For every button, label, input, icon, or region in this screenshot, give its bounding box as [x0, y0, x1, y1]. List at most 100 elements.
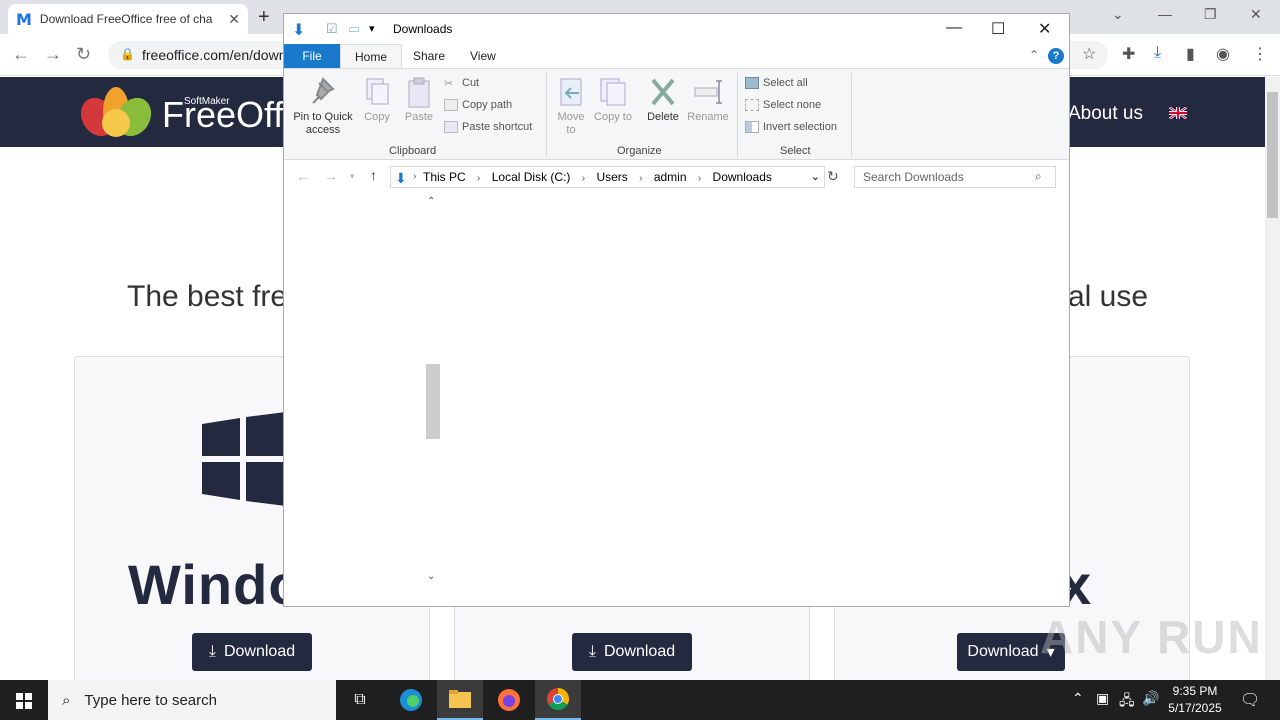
- refresh-icon[interactable]: ↻: [827, 168, 839, 185]
- rename-button[interactable]: Rename: [686, 75, 730, 124]
- select-all-button[interactable]: Select all: [745, 77, 808, 89]
- uk-flag-icon[interactable]: [1169, 107, 1187, 119]
- paste-button[interactable]: Paste: [400, 75, 438, 124]
- invert-selection-button[interactable]: Invert selection: [745, 121, 837, 133]
- explorer-titlebar[interactable]: ⬇ ☑ ▭ ▾ Downloads — ☐ ✕: [284, 14, 1069, 44]
- copy-to-button[interactable]: Copy to: [594, 75, 632, 124]
- minimize-icon[interactable]: —: [946, 19, 962, 37]
- address-bar[interactable]: ⬇ › This PC › Local Disk (C:) › Users › …: [390, 166, 825, 188]
- windows-start-icon[interactable]: [0, 680, 48, 720]
- forward-icon[interactable]: →: [324, 168, 338, 184]
- breadcrumb-chevron-icon[interactable]: ›: [477, 173, 480, 184]
- download-icon: ⤓: [208, 643, 216, 660]
- copy-button[interactable]: Copy: [360, 75, 394, 124]
- navigation-pane-scroll-thumb[interactable]: [426, 364, 440, 439]
- search-input[interactable]: Search Downloads: [854, 166, 1056, 188]
- close-window-icon[interactable]: ✕: [1250, 6, 1262, 23]
- maximize-icon[interactable]: ☐: [991, 19, 1005, 39]
- taskbar-search-box[interactable]: ⌕ Type here to search: [48, 680, 336, 720]
- tab-share[interactable]: Share: [399, 44, 459, 68]
- browser-tab[interactable]: M Download FreeOffice free of cha ✕: [8, 4, 248, 34]
- taskbar-clock[interactable]: 9:35 PM 5/17/2025: [1160, 683, 1230, 717]
- breadcrumb-chevron-icon[interactable]: ›: [639, 173, 642, 184]
- breadcrumb-chevron-icon[interactable]: ›: [698, 173, 701, 184]
- close-icon[interactable]: ✕: [1038, 19, 1051, 39]
- move-to-button[interactable]: Move to: [552, 75, 590, 137]
- show-hidden-icons-icon[interactable]: ⌃: [1072, 690, 1084, 707]
- breadcrumb-chevron-icon[interactable]: ›: [582, 173, 585, 184]
- back-icon[interactable]: ←: [296, 168, 310, 184]
- taskbar-search-placeholder: Type here to search: [84, 691, 217, 709]
- copy-label: Copy: [364, 111, 390, 123]
- chrome-icon[interactable]: [535, 680, 581, 720]
- up-folder-icon[interactable]: ↑: [370, 167, 377, 183]
- paste-shortcut-button[interactable]: Paste shortcut: [444, 121, 532, 133]
- search-icon: ⌕: [62, 691, 71, 709]
- scroll-down-icon[interactable]: ⌄: [427, 571, 435, 582]
- properties-qat-icon[interactable]: ☑: [326, 21, 338, 37]
- breadcrumb-downloads[interactable]: Downloads: [713, 170, 772, 184]
- recent-locations-icon[interactable]: ▾: [350, 171, 355, 182]
- volume-icon[interactable]: 🔊: [1142, 690, 1159, 707]
- copy-path-icon: [444, 99, 458, 111]
- qat-dropdown-icon[interactable]: ▾: [369, 22, 375, 35]
- help-icon[interactable]: ?: [1048, 48, 1064, 64]
- collapse-ribbon-icon[interactable]: ⌃: [1029, 48, 1039, 62]
- tab-view[interactable]: View: [456, 44, 510, 68]
- profile-avatar[interactable]: ◉: [1216, 44, 1230, 64]
- file-explorer-taskbar-icon[interactable]: [437, 680, 483, 720]
- copy-path-button[interactable]: Copy path: [444, 99, 512, 111]
- edge-icon[interactable]: [388, 680, 434, 720]
- edge-logo: [400, 689, 422, 711]
- task-view-icon[interactable]: ⧉: [337, 680, 383, 720]
- address-dropdown-icon[interactable]: ⌄: [811, 167, 820, 187]
- brand-name[interactable]: FreeOff: [162, 94, 283, 136]
- side-panel-icon[interactable]: ▮: [1186, 44, 1195, 64]
- menu-icon[interactable]: ⋮: [1252, 44, 1268, 64]
- move-to-label: Move to: [557, 111, 585, 136]
- close-tab-icon[interactable]: ✕: [228, 11, 240, 28]
- downloads-icon[interactable]: ⤓: [1154, 44, 1161, 62]
- new-tab-button[interactable]: +: [258, 6, 270, 29]
- delete-label: Delete: [647, 111, 679, 123]
- breadcrumb-admin[interactable]: admin: [654, 170, 687, 184]
- mac-download-button[interactable]: ⤓ Download: [572, 633, 692, 671]
- tab-home[interactable]: Home: [340, 44, 403, 68]
- network-icon[interactable]: 🖧: [1119, 690, 1135, 714]
- breadcrumb-this-pc[interactable]: This PC: [423, 170, 466, 184]
- select-none-button[interactable]: Select none: [745, 99, 821, 111]
- page-scrollbar-thumb[interactable]: [1267, 92, 1278, 218]
- firefox-icon[interactable]: [486, 680, 532, 720]
- windows-logo-icon: [202, 412, 286, 506]
- breadcrumb-chevron-icon[interactable]: ›: [413, 167, 416, 187]
- tab-search-icon[interactable]: ⌄: [1112, 6, 1124, 23]
- watermark: ANY RUN: [1040, 611, 1263, 663]
- tab-file[interactable]: File: [284, 44, 340, 68]
- pin-quick-access-button[interactable]: Pin to Quick access: [290, 75, 356, 137]
- scroll-up-icon[interactable]: ⌃: [427, 196, 435, 207]
- restore-icon[interactable]: ❐: [1204, 6, 1217, 23]
- forward-icon[interactable]: →: [44, 44, 62, 65]
- site-favicon: M: [16, 9, 32, 29]
- windows-download-button[interactable]: ⤓ Download: [192, 633, 312, 671]
- reload-icon[interactable]: ↻: [76, 44, 91, 65]
- minimize-icon[interactable]: —: [1158, 6, 1172, 22]
- windows-os-title: Windo: [128, 553, 304, 616]
- rename-icon: [694, 80, 722, 104]
- paste-label: Paste: [404, 111, 434, 123]
- device-icon[interactable]: ▣: [1096, 690, 1109, 707]
- back-icon[interactable]: ←: [12, 44, 30, 65]
- lock-icon[interactable]: 🔒: [120, 47, 135, 61]
- delete-button[interactable]: Delete: [642, 75, 684, 124]
- nav-about-us[interactable]: About us: [1068, 103, 1143, 125]
- new-folder-qat-icon[interactable]: ▭: [348, 21, 360, 37]
- extensions-icon[interactable]: ✚: [1122, 44, 1135, 64]
- bookmark-star-icon[interactable]: ☆: [1082, 44, 1096, 64]
- notifications-icon[interactable]: 🗨: [1240, 690, 1260, 710]
- breadcrumb-users[interactable]: Users: [596, 170, 627, 184]
- clipboard-group-label: Clipboard: [389, 145, 437, 157]
- cut-button[interactable]: ✂ Cut: [444, 77, 479, 90]
- select-all-label: Select all: [763, 77, 808, 89]
- ribbon-divider: [737, 73, 738, 157]
- breadcrumb-local-disk[interactable]: Local Disk (C:): [492, 170, 571, 184]
